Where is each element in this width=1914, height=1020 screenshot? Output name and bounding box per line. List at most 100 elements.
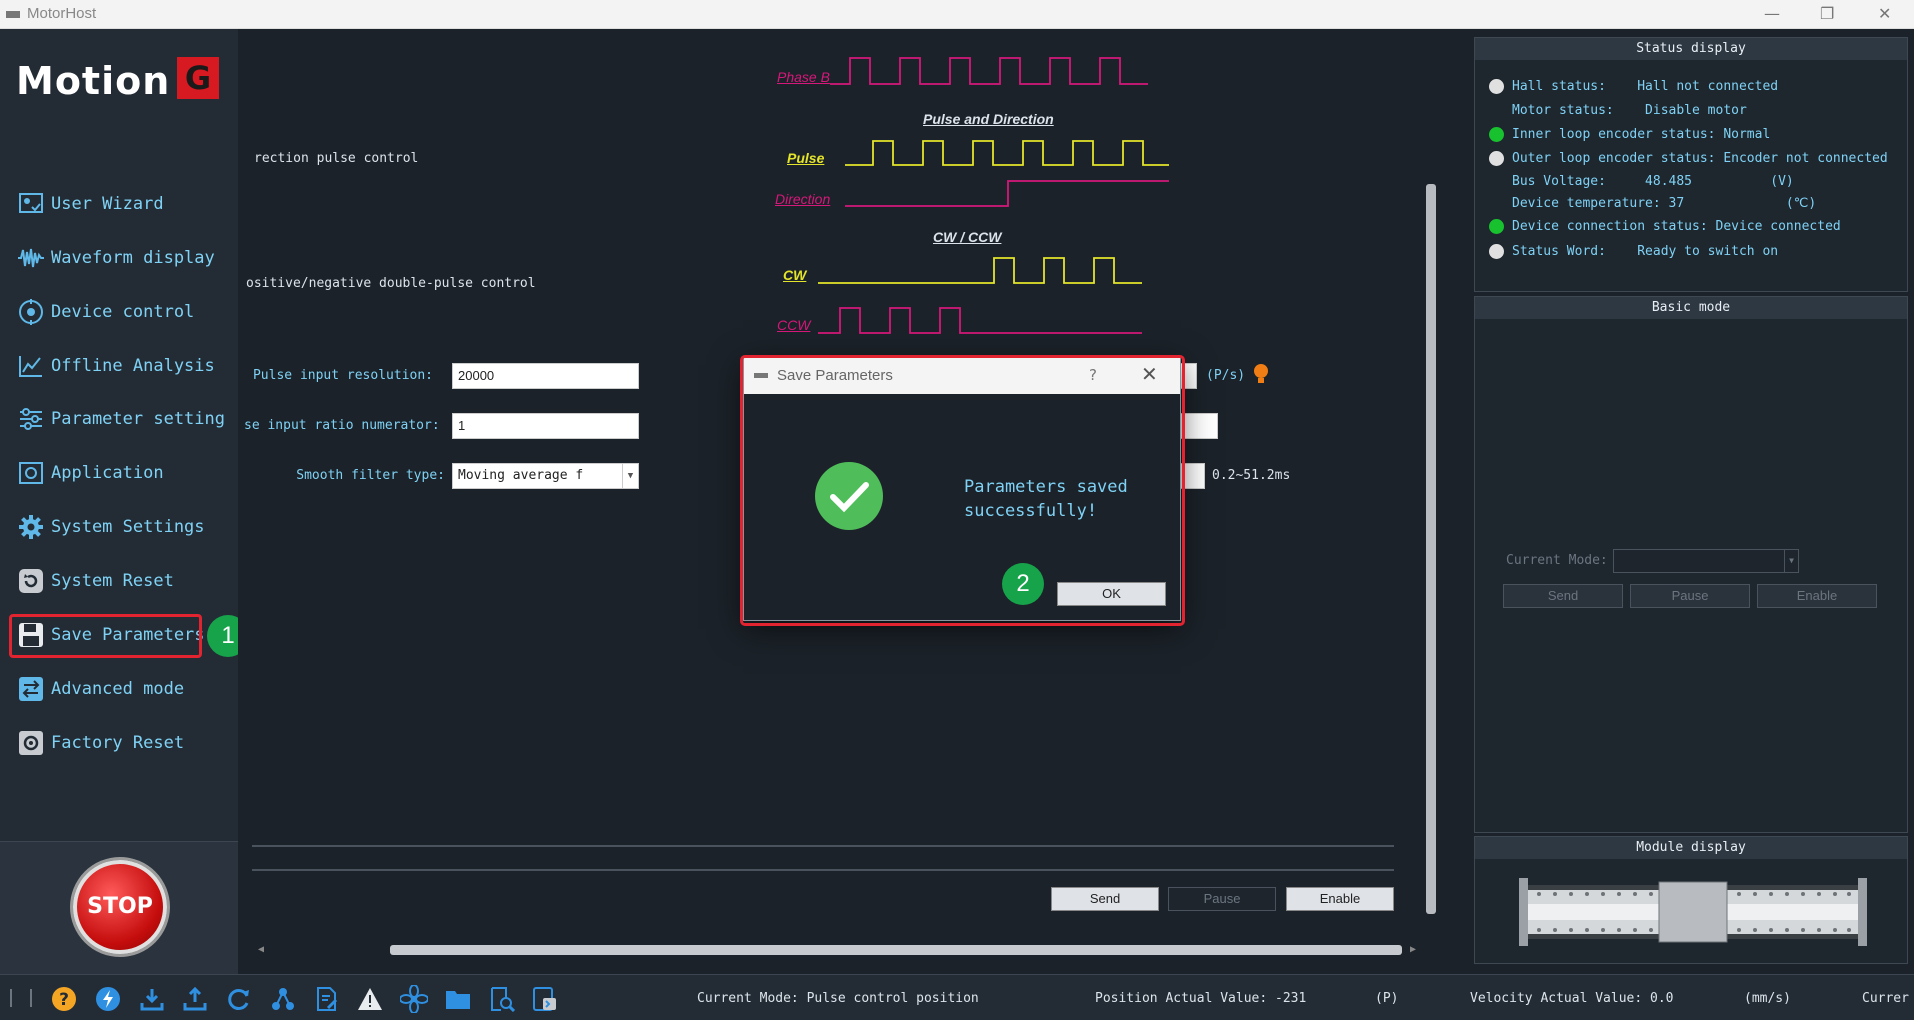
grip-icon [10, 989, 12, 1007]
status-dot [1489, 79, 1504, 94]
status-dot [1489, 103, 1504, 118]
svg-text:?: ? [59, 990, 69, 1010]
smooth-filter-select[interactable]: Moving average f ▼ [452, 463, 639, 489]
enable-button[interactable]: Enable [1286, 887, 1394, 911]
dialog-highlight [740, 355, 1185, 626]
current-status: Currer [1862, 991, 1909, 1006]
sidebar-item-parameter-setting[interactable]: Parameter setting [16, 402, 226, 436]
status-dot [1489, 151, 1504, 166]
sidebar-item-system-reset[interactable]: System Reset [16, 564, 226, 598]
bottom-toolbar: ? Current Mode: Pulse control position P… [0, 974, 1914, 1020]
status-motor: Motor status: Disable motor [1489, 103, 1747, 118]
search-document-icon[interactable] [488, 985, 516, 1013]
reset-icon [16, 567, 46, 595]
sidebar-item-system-settings[interactable]: System Settings [16, 510, 226, 544]
smooth-filter-label: Smooth filter type: [296, 468, 445, 483]
advanced-mode-icon [16, 675, 46, 703]
warning-icon[interactable] [356, 985, 384, 1013]
scroll-thumb[interactable] [390, 945, 1402, 955]
window-titlebar: MotorHost — ❐ ✕ [0, 0, 1914, 29]
pause-button[interactable]: Pause [1168, 887, 1276, 911]
help-icon[interactable]: ? [50, 985, 78, 1013]
lightning-icon[interactable] [94, 985, 122, 1013]
basic-send-button[interactable]: Send [1503, 584, 1623, 608]
wave-label-pulse: Pulse [787, 150, 825, 166]
sidebar-item-application[interactable]: Application [16, 456, 226, 490]
velocity-actual-status: Velocity Actual Value: 0.0 [1470, 991, 1674, 1006]
pulse-direction-heading: Pulse and Direction [923, 111, 1054, 127]
status-dot [1489, 196, 1504, 211]
waveform-icon [16, 244, 46, 272]
sidebar-item-offline-analysis[interactable]: Offline Analysis [16, 349, 226, 383]
status-inner-encoder: Inner loop encoder status: Normal [1489, 127, 1770, 142]
fan-icon[interactable] [400, 985, 428, 1013]
refresh-icon[interactable] [225, 985, 253, 1013]
parameter-setting-icon [16, 405, 46, 433]
basic-pause-button[interactable]: Pause [1630, 584, 1750, 608]
download-icon[interactable] [138, 985, 166, 1013]
position-actual-status: Position Actual Value: -231 [1095, 991, 1307, 1006]
send-button[interactable]: Send [1051, 887, 1159, 911]
save-parameters-highlight [9, 614, 202, 658]
scroll-right-arrow[interactable]: ▶ [1410, 944, 1416, 955]
status-bus-voltage: Bus Voltage: 48.485 (V) [1489, 174, 1794, 189]
status-display-title: Status display [1475, 38, 1907, 60]
current-mode-status: Current Mode: Pulse control position [697, 991, 979, 1006]
gear-icon [16, 513, 46, 541]
close-window-button[interactable]: ✕ [1878, 4, 1891, 23]
network-icon[interactable] [269, 985, 297, 1013]
sidebar-item-advanced-mode[interactable]: Advanced mode [16, 672, 226, 706]
minimize-button[interactable]: — [1764, 4, 1780, 23]
offline-analysis-icon [16, 352, 46, 380]
status-display-panel: Status display Hall status: Hall not con… [1474, 37, 1908, 292]
document-edit-icon[interactable] [313, 985, 341, 1013]
velocity-unit: (mm/s) [1744, 991, 1791, 1006]
basic-enable-button[interactable]: Enable [1757, 584, 1877, 608]
status-connection: Device connection status: Device connect… [1489, 219, 1841, 234]
lightbulb-icon[interactable] [1252, 363, 1270, 385]
factory-reset-icon [16, 729, 46, 757]
vertical-scrollbar[interactable] [1422, 44, 1440, 924]
script-icon[interactable] [531, 985, 559, 1013]
application-icon [16, 459, 46, 487]
emergency-stop-button[interactable]: STOP [73, 860, 167, 954]
filter-range-text: 0.2~51.2ms [1212, 468, 1291, 483]
sidebar-item-factory-reset[interactable]: Factory Reset [16, 726, 226, 760]
scroll-thumb[interactable] [1426, 184, 1436, 914]
ratio-denominator-input[interactable] [1180, 413, 1218, 439]
position-unit: (P) [1375, 991, 1399, 1006]
wave-label-ccw: CCW [777, 317, 811, 333]
module-display-panel: Module display [1474, 836, 1908, 964]
ratio-numerator-label: se input ratio numerator: [244, 418, 440, 433]
maximize-button[interactable]: ❐ [1820, 4, 1834, 23]
wave-label-direction: Direction [775, 191, 831, 207]
sidebar-item-waveform-display[interactable]: Waveform display [16, 241, 226, 275]
grip-icon [30, 989, 32, 1007]
window-title: MotorHost [27, 5, 97, 22]
scroll-left-arrow[interactable]: ◀ [258, 944, 264, 955]
folder-icon[interactable] [444, 985, 472, 1013]
wave-label-cw: CW [783, 267, 807, 283]
option-text-double-pulse: ositive/negative double-pulse control [246, 276, 536, 291]
chevron-down-icon: ▼ [622, 464, 638, 488]
option-text-direction-pulse: rection pulse control [254, 151, 419, 166]
step-badge-2: 2 [1002, 563, 1044, 605]
ratio-numerator-input[interactable]: 1 [452, 413, 639, 439]
sidebar-item-user-wizard[interactable]: User Wizard [16, 187, 226, 221]
upload-icon[interactable] [181, 985, 209, 1013]
current-mode-select[interactable]: ▼ [1613, 549, 1799, 573]
divider [252, 845, 1394, 847]
divider [252, 869, 1394, 871]
status-dot [1489, 174, 1504, 189]
device-control-icon [16, 298, 46, 326]
horizontal-scrollbar[interactable]: ◀ ▶ [256, 941, 1416, 959]
chevron-down-icon: ▼ [1784, 550, 1798, 572]
app-icon [6, 11, 20, 18]
pulse-resolution-input[interactable]: 20000 [452, 363, 639, 389]
linear-module-image [1519, 878, 1867, 946]
basic-mode-panel: Basic mode Current Mode: ▼ Send Pause En… [1474, 296, 1908, 833]
status-hall: Hall status: Hall not connected [1489, 79, 1778, 94]
wave-cw [818, 257, 1142, 284]
status-word: Status Word: Ready to switch on [1489, 244, 1778, 259]
sidebar-item-device-control[interactable]: Device control [16, 295, 226, 329]
